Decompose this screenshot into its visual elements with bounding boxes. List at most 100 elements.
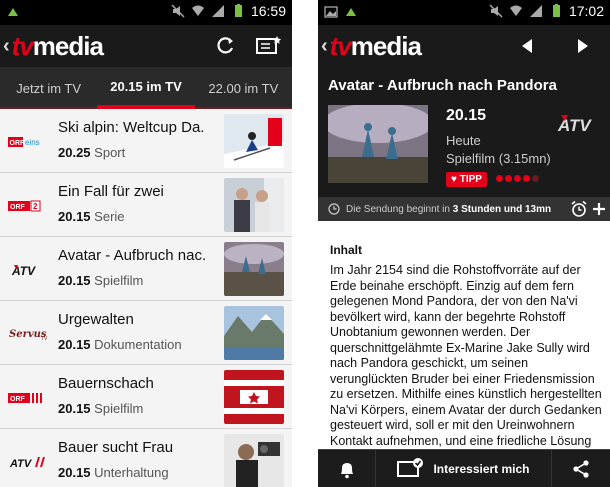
add-icon[interactable] [592,200,606,218]
channel-logo-atv: ATV [556,113,600,140]
program-title: Avatar - Aufbruch nac. [58,247,207,264]
bottom-action-bar: Interessiert mich [318,449,610,487]
program-thumbnail [224,178,284,232]
list-item[interactable]: ATV Avatar - Aufbruch nac. 20.15 Spielfi… [0,237,292,301]
channel-logo-atv: ATV [8,261,50,279]
tv-check-icon [397,457,424,477]
rating-dot [496,175,503,182]
bell-icon [340,462,353,478]
program-poster [328,105,428,183]
program-meta: 20.15 Serie [58,209,125,224]
svg-text:ORF: ORF [10,140,26,147]
rating-dot [532,175,539,182]
svg-text:ORF: ORF [10,204,26,211]
tv-star-icon [256,36,282,54]
arrow-right-icon [578,39,588,53]
previous-button[interactable] [514,33,540,59]
svg-text:ATV: ATV [557,116,592,135]
program-time: 20.15 [446,107,487,124]
tab-jetzt[interactable]: Jetzt im TV [0,67,97,109]
tvmedia-logo[interactable]: tv media [330,31,422,62]
program-title: Ski alpin: Weltcup Da. [58,119,205,136]
list-item[interactable]: ORF eins Ski alpin: Weltcup Da. 20.25 Spo… [0,109,292,173]
list-item[interactable]: ATV Bauer sucht Frau 20.15 Unterhaltung [0,429,292,487]
mute-icon [489,4,503,18]
status-bar: 16:59 [0,0,292,25]
clock: 16:59 [250,3,286,19]
refresh-icon [217,37,234,54]
description-heading: Inhalt [330,243,362,257]
description-text: Im Jahr 2154 sind die Rohstoffvorräte au… [330,263,602,463]
tab-2200[interactable]: 22.00 im TV [195,67,292,109]
app-notification-icon [8,8,18,16]
status-bar: 17:02 [318,0,610,25]
image-notification-icon [324,6,338,18]
channel-logo-servustv: Servus TV [8,325,50,343]
program-genre: Spielfilm (3.15mn) [446,151,551,166]
rating-dot [505,175,512,182]
next-button[interactable] [570,33,596,59]
refresh-button[interactable] [212,33,238,59]
app-bar: ‹ tv media [0,25,292,67]
program-title: Ein Fall für zwei [58,183,164,200]
channel-logo-atv2: ATV [8,453,50,471]
rating-dots [496,175,539,182]
left-screen: 16:59 ‹ tv media Jetzt im TV 20.15 im TV … [0,0,292,487]
channel-logo-orf2: ORF 2 [8,197,50,215]
program-meta: 20.15 Unterhaltung [58,465,169,480]
rating-dot [523,175,530,182]
list-item[interactable]: ORF Bauernschach 20.15 Spielfilm [0,365,292,429]
list-item[interactable]: ORF 2 Ein Fall für zwei 20.15 Serie [0,173,292,237]
reminder-button[interactable] [318,450,376,487]
program-thumbnail [224,242,284,296]
program-thumbnail [224,114,284,168]
program-title: Bauernschach [58,375,154,392]
rating-dot [514,175,521,182]
interested-label: Interessiert mich [433,461,530,476]
svg-text:ORF: ORF [10,396,26,403]
wifi-icon [191,5,204,16]
program-header: Avatar - Aufbruch nach Pandora 20.15 Heu… [318,67,610,221]
arrow-left-icon [522,39,532,53]
tvmedia-logo[interactable]: tv media [12,31,104,62]
signal-icon [529,5,542,17]
program-day: Heute [446,133,481,148]
program-meta: 20.15 Spielfilm [58,273,144,288]
channel-logo-orf1: ORF eins [8,133,50,151]
signal-icon [211,5,224,17]
svg-text:eins: eins [25,138,40,147]
battery-icon [552,4,560,17]
app-notification-icon [346,8,356,16]
right-screen: 17:02 ‹ tv media Avatar - Aufbruch nach P… [318,0,610,487]
wifi-icon [509,5,522,16]
clock-icon [328,203,340,215]
program-description: Inhalt Im Jahr 2154 sind die Rohstoffvor… [330,243,604,465]
channel-logo-orf3: ORF [8,389,50,407]
program-thumbnail [224,306,284,360]
time-tabs: Jetzt im TV 20.15 im TV 22.00 im TV [0,67,292,109]
program-title: Urgewalten [58,311,134,328]
share-button[interactable] [552,450,610,487]
program-meta: 20.15 Dokumentation [58,337,182,352]
mute-icon [171,4,185,18]
app-bar: ‹ tv media [318,25,610,67]
program-meta: 20.25 Sport [58,145,126,160]
clock: 17:02 [568,3,604,19]
svg-text:TV: TV [41,336,48,342]
page-title: Avatar - Aufbruch nach Pandora [328,77,557,94]
program-thumbnail [224,434,284,487]
alarm-icon[interactable] [570,200,588,218]
back-icon[interactable]: ‹ [3,35,10,58]
battery-icon [234,4,242,17]
watchlist-button[interactable] [256,33,282,59]
interested-button[interactable]: Interessiert mich [376,450,552,487]
program-meta: 20.15 Spielfilm [58,401,144,416]
start-notice: Die Sendung beginnt in 3 Stunden und 13m… [318,197,610,221]
list-item[interactable]: Servus TV Urgewalten 20.15 Dokumentation [0,301,292,365]
tipp-badge: ♥ TIPP [446,172,487,187]
program-thumbnail [224,370,284,424]
tab-2015[interactable]: 20.15 im TV [97,67,195,109]
back-icon[interactable]: ‹ [321,35,328,58]
program-list: ORF eins Ski alpin: Weltcup Da. 20.25 Spo… [0,109,292,487]
svg-text:2: 2 [33,202,38,211]
